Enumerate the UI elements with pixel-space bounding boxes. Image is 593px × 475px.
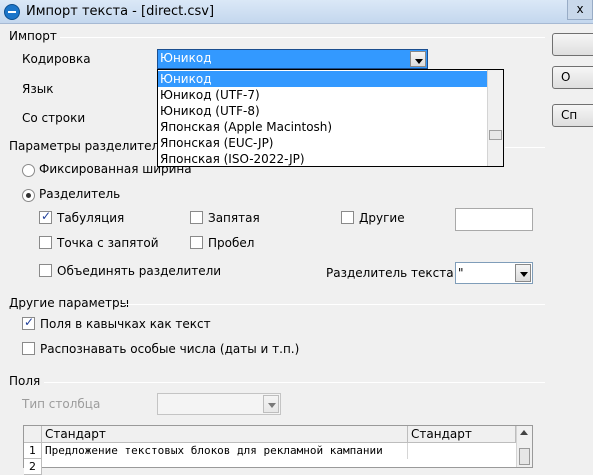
text-delimiter-select[interactable]: " xyxy=(455,262,533,284)
scrollbar-thumb[interactable] xyxy=(489,130,502,140)
encoding-label: Кодировка xyxy=(22,52,91,66)
close-button[interactable]: x xyxy=(567,0,593,20)
quoted-as-text-checkbox[interactable] xyxy=(22,315,35,330)
merge-delimiters-checkbox[interactable] xyxy=(39,264,52,277)
encoding-option[interactable]: Юникод (UTF-7) xyxy=(158,87,488,103)
detect-numbers-checkbox[interactable] xyxy=(22,342,35,355)
encoding-select[interactable]: Юникод xyxy=(157,49,428,69)
merge-delimiters-label: Объединять разделители xyxy=(57,264,222,278)
space-label: Пробел xyxy=(208,236,255,250)
text-delimiter-value: " xyxy=(458,266,464,280)
from-row-label: Со строки xyxy=(22,111,86,125)
other-options-separator xyxy=(120,304,545,305)
fixed-width-radio[interactable] xyxy=(22,164,35,177)
separated-radio[interactable] xyxy=(22,189,35,202)
semicolon-checkbox[interactable] xyxy=(39,236,52,249)
grid-cell[interactable] xyxy=(42,459,408,475)
column-header[interactable]: Стандарт xyxy=(42,426,408,443)
comma-label: Запятая xyxy=(208,211,260,225)
column-header[interactable]: Стандарт xyxy=(408,426,516,443)
encoding-option[interactable]: Юникод (UTF-8) xyxy=(158,103,488,119)
window-title: Импорт текста - [direct.csv] xyxy=(26,4,215,19)
language-label: Язык xyxy=(22,82,54,96)
encoding-option[interactable]: Юникод xyxy=(158,71,488,87)
semicolon-label: Точка с запятой xyxy=(57,236,159,250)
encoding-value: Юникод xyxy=(160,51,212,65)
encoding-option[interactable]: Японская (ISO-2022-JP) xyxy=(158,151,488,167)
scroll-up-icon[interactable] xyxy=(520,430,528,435)
grid-corner xyxy=(24,426,42,443)
chevron-down-icon[interactable] xyxy=(515,264,531,282)
encoding-dropdown-list[interactable]: Юникод Юникод (UTF-7) Юникод (UTF-8) Япо… xyxy=(157,69,504,167)
comma-checkbox[interactable] xyxy=(190,211,203,224)
import-separator xyxy=(60,37,545,38)
other-separator-input[interactable] xyxy=(455,208,533,231)
app-icon xyxy=(4,4,20,20)
title-bar: Импорт текста - [direct.csv] x xyxy=(0,0,593,24)
row-number: 2 xyxy=(24,459,42,475)
tab-label: Табуляция xyxy=(57,211,125,225)
other-label: Другие xyxy=(359,211,405,225)
separator-separator xyxy=(505,147,545,148)
separator-section-title: Параметры разделителя xyxy=(9,139,167,153)
tab-checkbox[interactable] xyxy=(39,209,52,224)
separated-label: Разделитель xyxy=(39,187,121,201)
detect-numbers-label: Распознавать особые числа (даты и т.п.) xyxy=(40,342,300,356)
fields-section-title: Поля xyxy=(9,374,41,388)
encoding-option[interactable]: Японская (EUC-JP) xyxy=(158,135,488,151)
chevron-down-icon[interactable] xyxy=(410,51,426,67)
cancel-button[interactable]: О xyxy=(552,66,593,89)
grid-cell[interactable] xyxy=(408,443,516,459)
fields-separator xyxy=(44,382,545,383)
grid-scrollbar[interactable] xyxy=(516,426,532,467)
help-button[interactable]: Сп xyxy=(552,104,593,127)
grid-cell[interactable]: Предложение текстовых блоков для рекламн… xyxy=(42,443,408,459)
ok-button[interactable] xyxy=(552,33,593,56)
other-options-section-title: Другие параметры xyxy=(9,296,130,310)
chevron-down-icon[interactable] xyxy=(263,395,279,413)
column-type-label: Тип столбца xyxy=(22,397,101,411)
text-delimiter-label: Разделитель текста xyxy=(326,266,454,280)
other-checkbox[interactable] xyxy=(341,211,354,224)
encoding-option[interactable]: Японская (Apple Macintosh) xyxy=(158,119,488,135)
row-number: 1 xyxy=(24,443,42,459)
import-section-title: Импорт xyxy=(9,29,57,43)
column-type-select[interactable] xyxy=(157,393,281,415)
quoted-as-text-label: Поля в кавычках как текст xyxy=(40,317,211,331)
scrollbar-thumb[interactable] xyxy=(519,448,530,465)
preview-grid[interactable]: Стандарт Стандарт 1 Предложение текстовы… xyxy=(23,425,533,475)
dropdown-scrollbar[interactable] xyxy=(487,70,503,166)
space-checkbox[interactable] xyxy=(190,236,203,249)
